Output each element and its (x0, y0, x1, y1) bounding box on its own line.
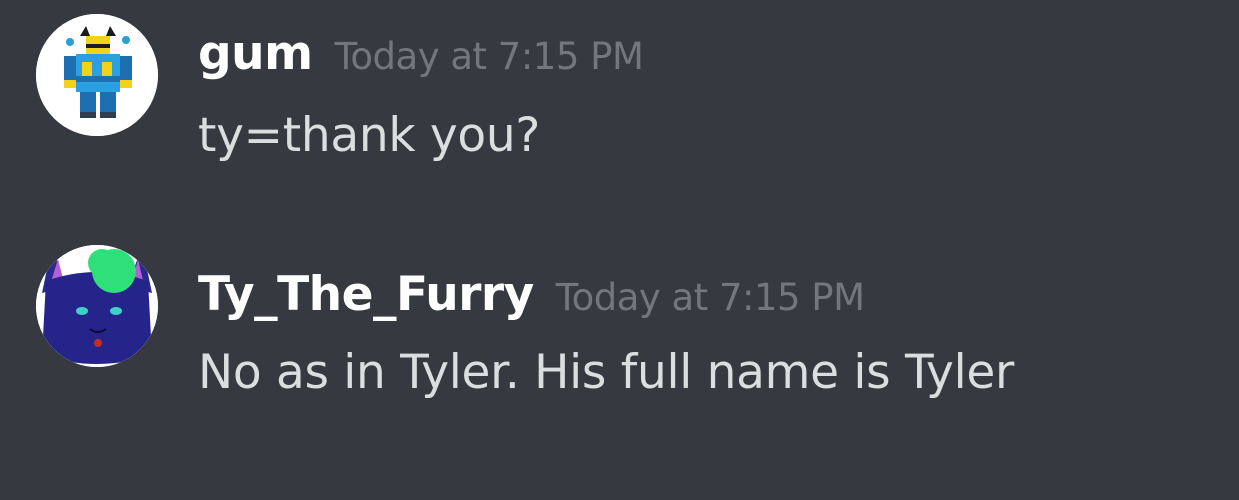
timestamp: Today at 7:15 PM (334, 35, 644, 78)
message-content: ty=thank you? (198, 108, 540, 163)
chat-messages: gum Today at 7:15 PM ty=thank you? Ty_Th… (0, 0, 1239, 500)
blue-wolf-avatar-icon[interactable] (36, 245, 158, 367)
roblox-character-avatar-icon[interactable] (36, 14, 158, 136)
username[interactable]: Ty_The_Furry (198, 267, 534, 322)
username[interactable]: gum (198, 26, 313, 81)
message-header: Ty_The_Furry Today at 7:15 PM (198, 271, 865, 318)
message-header: gum Today at 7:15 PM (198, 30, 644, 78)
timestamp: Today at 7:15 PM (555, 276, 865, 319)
message-content: No as in Tyler. His full name is Tyler (198, 345, 1014, 400)
message-item: Ty_The_Furry Today at 7:15 PM No as in Ty… (0, 245, 1239, 396)
message-item: gum Today at 7:15 PM ty=thank you? (0, 0, 1239, 159)
